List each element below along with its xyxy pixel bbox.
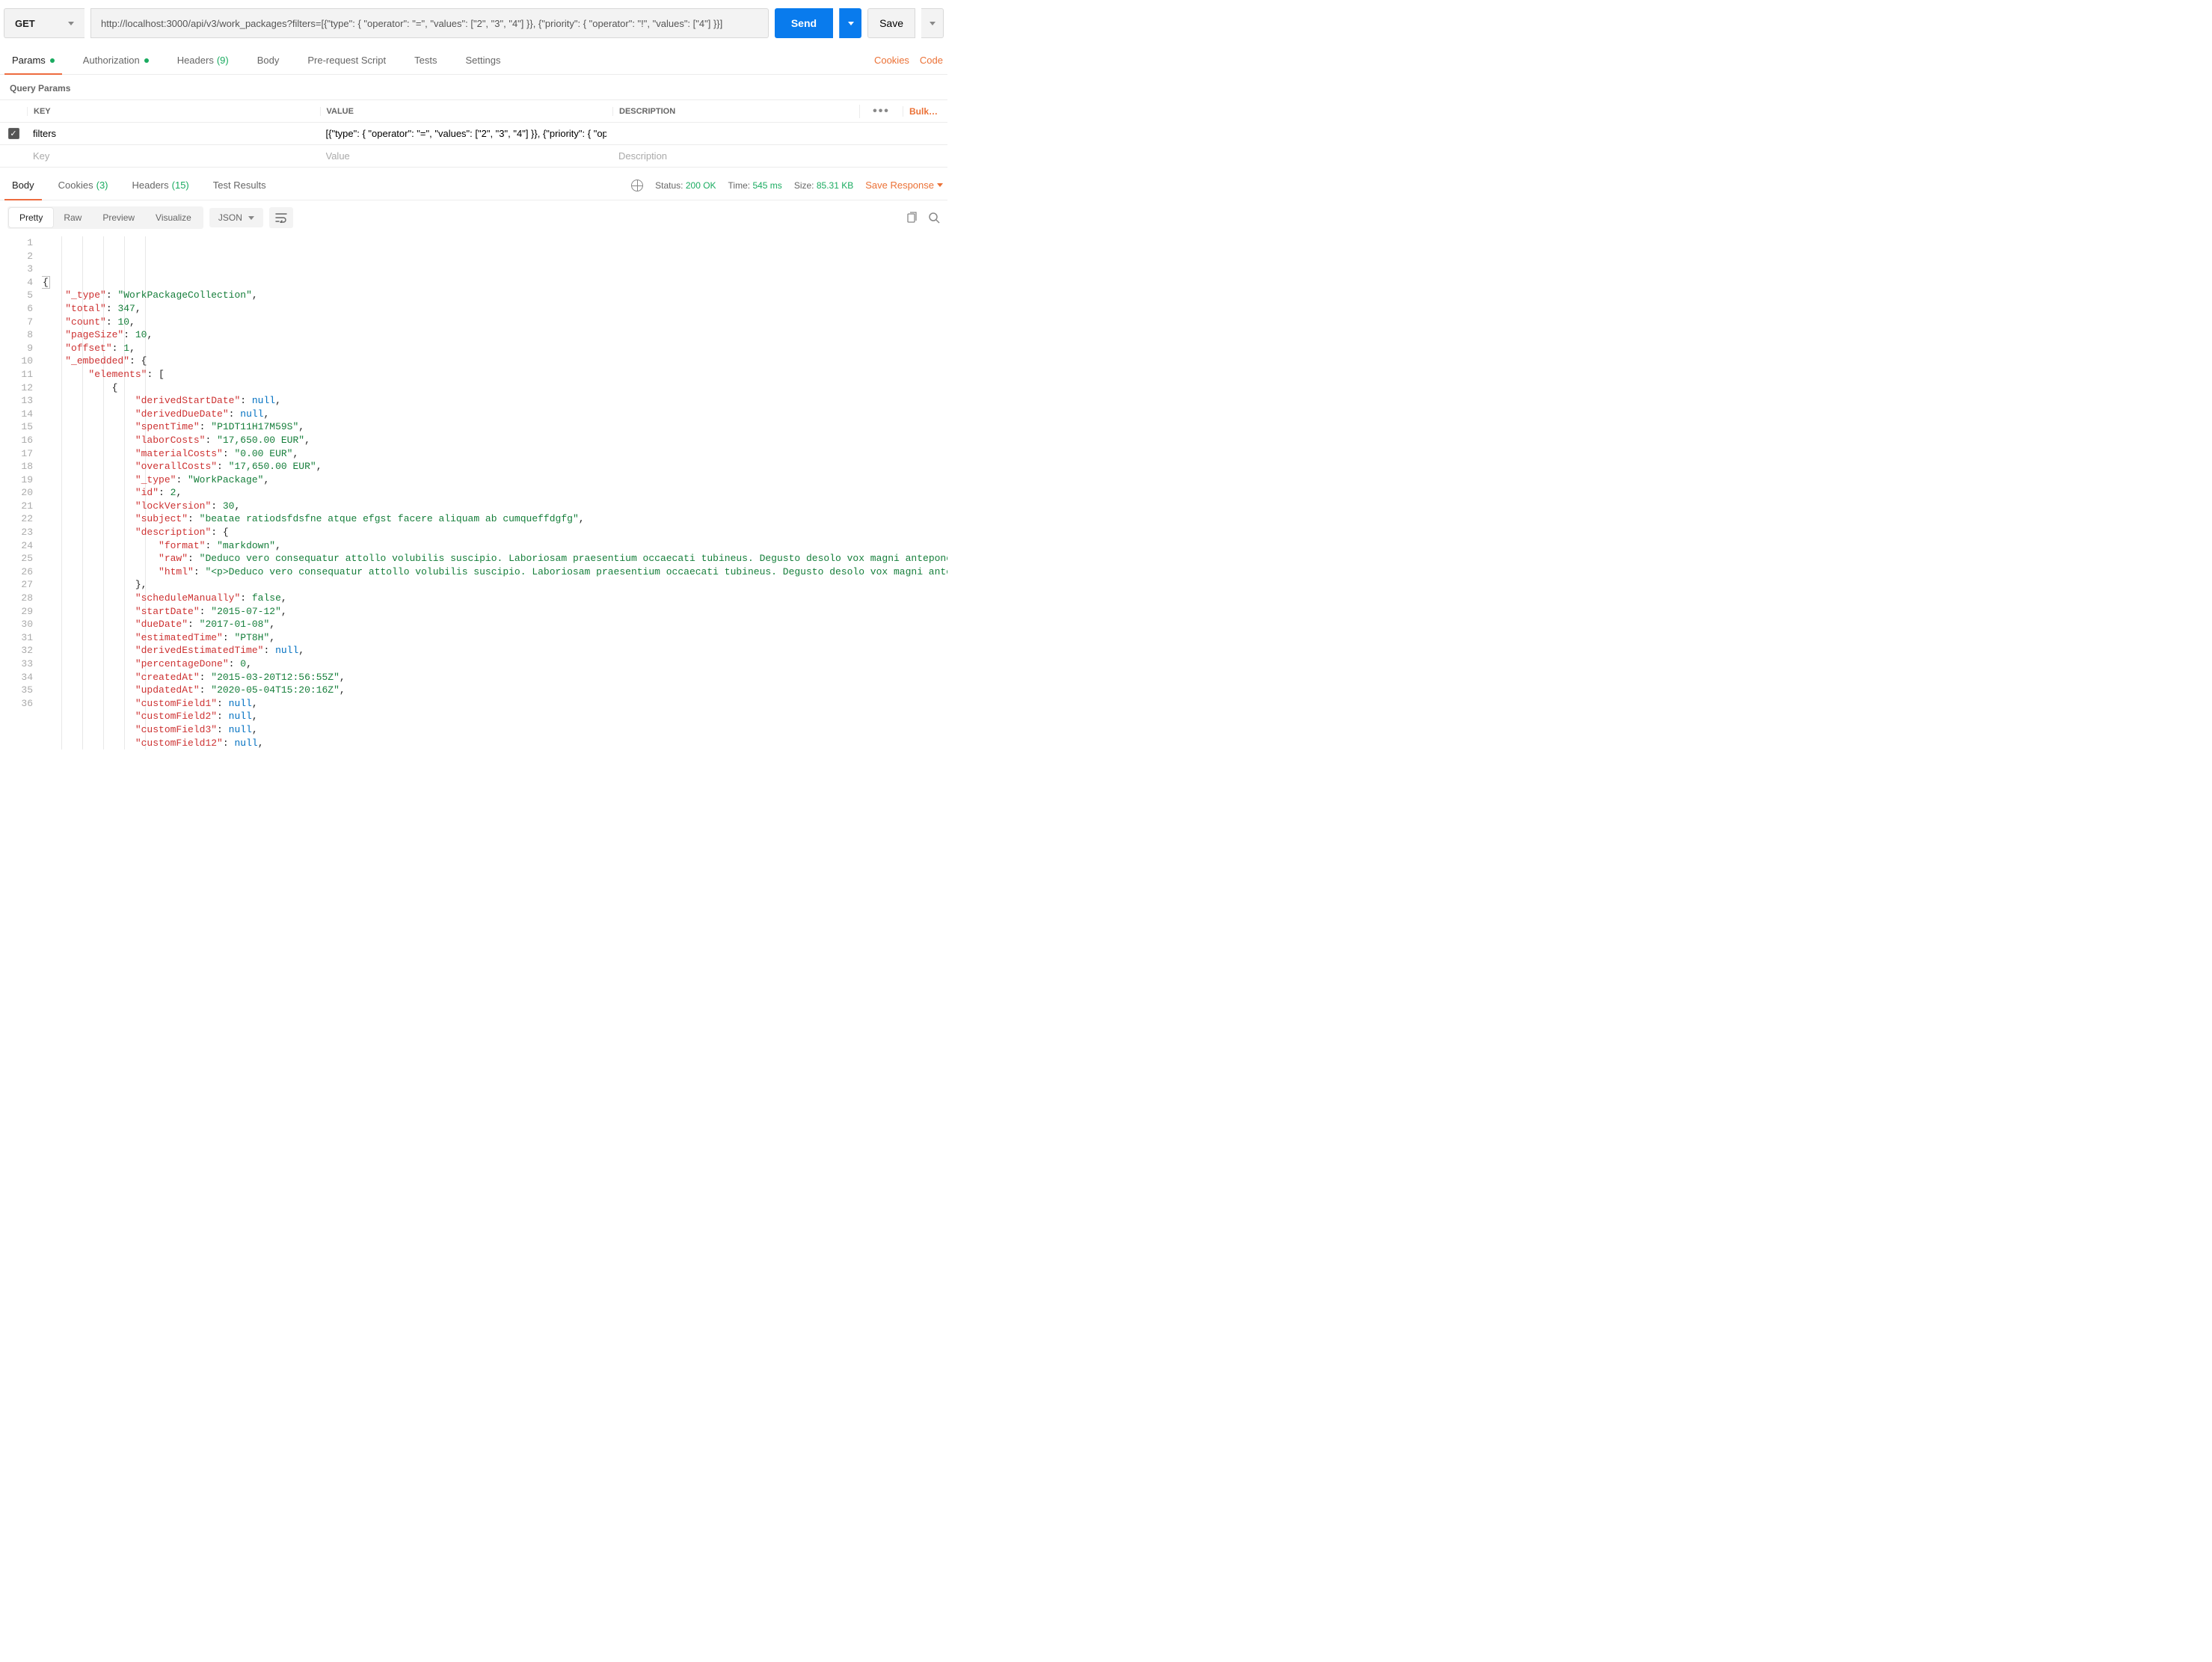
more-options-icon[interactable]: ••• — [859, 105, 903, 118]
view-preview[interactable]: Preview — [92, 208, 145, 227]
time-info: Time: 545 ms — [728, 180, 782, 191]
chevron-down-icon — [930, 22, 936, 25]
globe-icon[interactable] — [631, 180, 643, 191]
size-info: Size: 85.31 KB — [794, 180, 853, 191]
format-select[interactable]: JSON — [209, 208, 263, 227]
tab-tests[interactable]: Tests — [407, 46, 444, 74]
chevron-down-icon — [68, 22, 74, 25]
request-url-input[interactable]: http://localhost:3000/api/v3/work_packag… — [90, 8, 769, 38]
copy-icon[interactable] — [906, 212, 918, 224]
http-method-select[interactable]: GET — [4, 8, 85, 38]
word-wrap-icon[interactable] — [269, 207, 293, 228]
resp-tab-headers[interactable]: Headers(15) — [125, 171, 197, 200]
view-raw[interactable]: Raw — [53, 208, 92, 227]
active-dot-icon — [144, 58, 149, 63]
tab-prerequest[interactable]: Pre-request Script — [300, 46, 393, 74]
resp-tab-testresults[interactable]: Test Results — [206, 171, 274, 200]
resp-tab-body[interactable]: Body — [4, 171, 42, 200]
query-params-heading: Query Params — [0, 75, 947, 99]
col-description: DESCRIPTION — [612, 107, 859, 116]
tab-headers[interactable]: Headers(9) — [170, 46, 236, 74]
resp-tab-cookies[interactable]: Cookies(3) — [51, 171, 116, 200]
code-link[interactable]: Code — [920, 55, 943, 66]
line-gutter: 1234567891011121314151617181920212223242… — [0, 236, 42, 749]
response-body-text[interactable]: { "_type": "WorkPackageCollection", "tot… — [42, 236, 947, 749]
param-value-input[interactable] — [326, 128, 607, 139]
search-icon[interactable] — [928, 212, 940, 224]
save-button[interactable]: Save — [867, 8, 915, 38]
param-checkbox[interactable]: ✓ — [8, 128, 19, 139]
save-response-button[interactable]: Save Response — [865, 180, 943, 191]
chevron-down-icon — [937, 183, 943, 187]
tab-params[interactable]: Params — [4, 46, 62, 74]
view-pretty[interactable]: Pretty — [9, 208, 53, 227]
col-value: VALUE — [320, 107, 613, 116]
cookies-link[interactable]: Cookies — [874, 55, 909, 66]
view-visualize[interactable]: Visualize — [145, 208, 202, 227]
param-key-input[interactable] — [33, 128, 314, 139]
chevron-down-icon — [248, 216, 254, 220]
tab-authorization[interactable]: Authorization — [76, 46, 156, 74]
send-button[interactable]: Send — [775, 8, 833, 38]
param-desc-input-new[interactable] — [618, 150, 853, 162]
http-method-label: GET — [15, 18, 35, 29]
send-dropdown-button[interactable] — [839, 8, 861, 38]
tab-settings[interactable]: Settings — [458, 46, 508, 74]
chevron-down-icon — [848, 22, 854, 25]
save-dropdown-button[interactable] — [921, 8, 944, 38]
tab-body[interactable]: Body — [250, 46, 287, 74]
params-table: KEY VALUE DESCRIPTION ••• Bulk Edit ✓ — [0, 99, 947, 168]
bulk-edit-link[interactable]: Bulk Edit — [903, 106, 947, 117]
col-key: KEY — [27, 107, 320, 116]
view-mode-group: Pretty Raw Preview Visualize — [7, 206, 203, 229]
param-key-input-new[interactable] — [33, 150, 314, 162]
param-value-input-new[interactable] — [326, 150, 607, 162]
active-dot-icon — [50, 58, 55, 63]
status-info: Status: 200 OK — [655, 180, 716, 191]
